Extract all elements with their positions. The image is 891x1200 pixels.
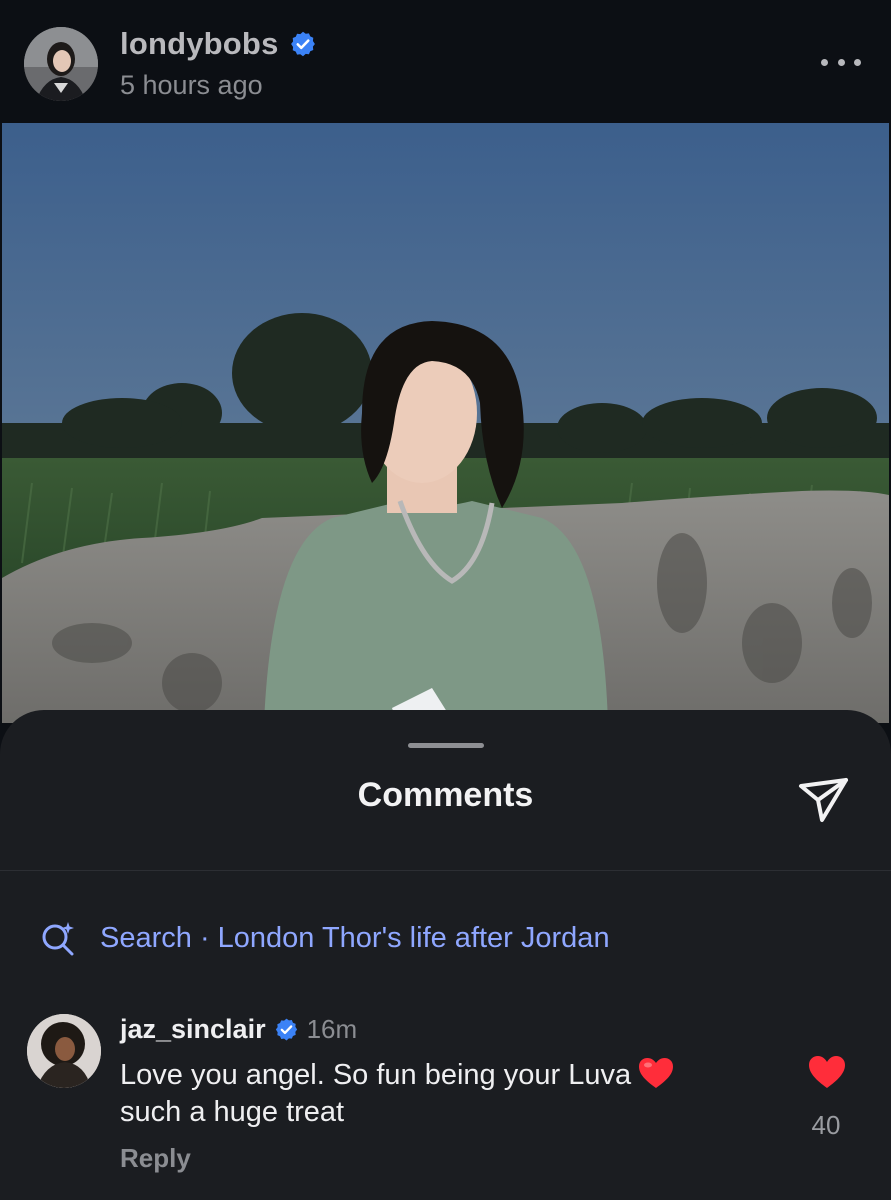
comment-text-line1: Love you angel. So fun being your Luva xyxy=(120,1059,632,1091)
red-heart-emoji-icon xyxy=(639,1058,674,1088)
comments-sheet: Comments Search · London Thor's life aft… xyxy=(0,710,891,1200)
commenter-username[interactable]: jaz_sinclair xyxy=(120,1014,266,1045)
reply-button[interactable]: Reply xyxy=(120,1143,191,1174)
send-paper-plane-icon[interactable] xyxy=(796,772,852,828)
author-name-row: londybobs xyxy=(120,26,317,62)
author-username[interactable]: londybobs xyxy=(120,26,279,62)
screen: londybobs 5 hours ago Comments Search · … xyxy=(0,0,891,1200)
like-count: 40 xyxy=(811,1110,841,1140)
search-suggestion[interactable]: Search · London Thor's life after Jordan xyxy=(40,920,610,956)
comment-text: Love you angel. So fun being your Luva s… xyxy=(120,1056,760,1131)
more-options-button[interactable] xyxy=(821,48,861,76)
verified-badge-icon xyxy=(275,1018,297,1041)
search-suggestion-label: Search · London Thor's life after Jordan xyxy=(100,921,610,954)
commenter-avatar[interactable] xyxy=(27,1014,101,1088)
more-dot xyxy=(837,58,845,66)
comment-timestamp: 16m xyxy=(306,1014,358,1044)
comment-header: jaz_sinclair 16m xyxy=(120,1014,357,1045)
comment-text-line2: such a huge treat xyxy=(120,1096,345,1128)
comments-title: Comments xyxy=(357,776,534,814)
verified-badge-icon xyxy=(290,31,315,57)
sheet-drag-handle[interactable] xyxy=(408,743,484,748)
post-timestamp: 5 hours ago xyxy=(120,70,263,100)
author-avatar[interactable] xyxy=(24,27,98,101)
post-header: londybobs 5 hours ago xyxy=(0,0,891,122)
search-sparkle-icon xyxy=(42,922,74,956)
sheet-divider xyxy=(0,870,891,871)
more-dot xyxy=(854,58,861,66)
heart-filled-icon[interactable] xyxy=(807,1054,847,1090)
more-dot xyxy=(821,58,828,66)
post-photo[interactable] xyxy=(2,123,889,723)
